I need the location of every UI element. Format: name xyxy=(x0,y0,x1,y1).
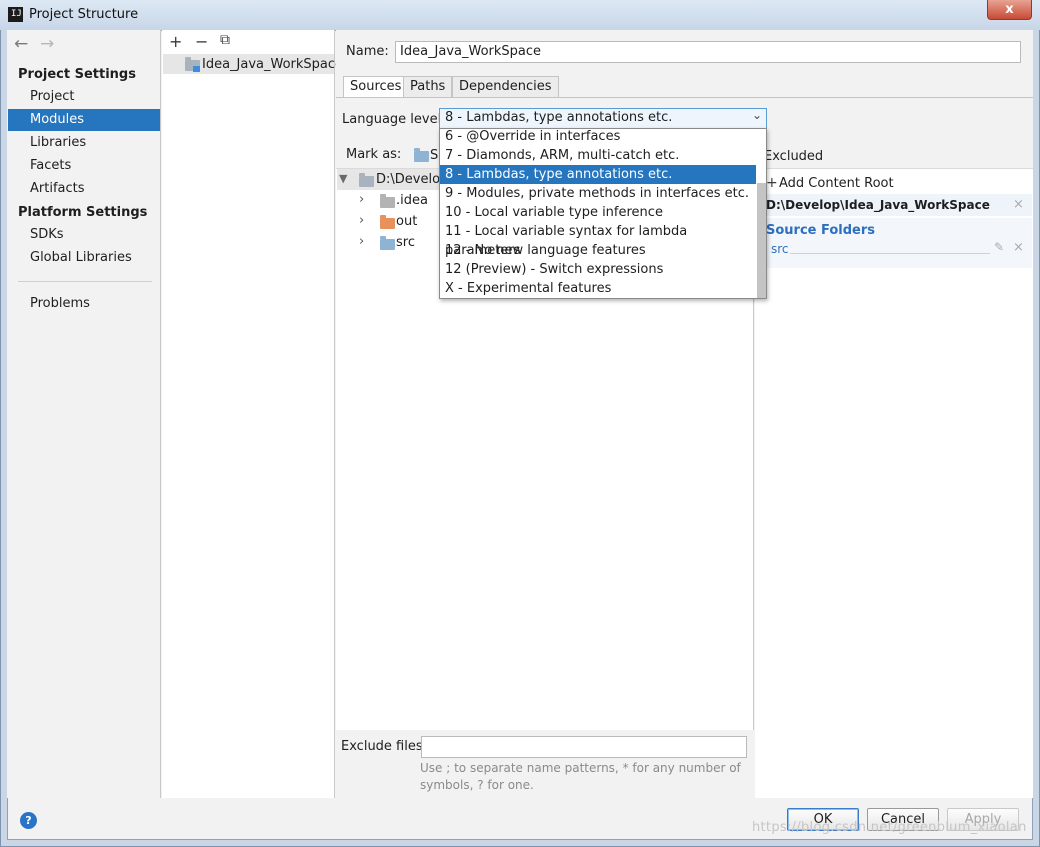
excluded-folder-icon xyxy=(380,215,395,229)
collapsed-chevron-icon[interactable]: › xyxy=(359,192,364,207)
option-level-6[interactable]: 6 - @Override in interfaces xyxy=(440,127,756,146)
sidebar-item-project[interactable]: Project xyxy=(8,86,160,108)
sidebar-divider xyxy=(18,281,152,282)
watermark-text: https://blog.csdn.net/greenblum_xiaolan xyxy=(752,820,1027,835)
module-name-input[interactable]: Idea_Java_WorkSpace xyxy=(395,41,1021,63)
modules-list-panel xyxy=(162,30,335,798)
exclude-files-hint-1: Use ; to separate name patterns, * for a… xyxy=(420,761,741,775)
help-icon[interactable]: ? xyxy=(20,812,37,829)
close-button[interactable]: x xyxy=(987,0,1032,20)
exclude-files-hint-2: symbols, ? for one. xyxy=(420,778,534,792)
tree-item-src[interactable]: src xyxy=(396,235,415,250)
remove-root-icon[interactable]: × xyxy=(1013,197,1024,212)
remove-module-icon[interactable]: − xyxy=(195,32,208,51)
exclude-files-input[interactable] xyxy=(421,736,747,758)
module-name-value: Idea_Java_WorkSpace xyxy=(400,44,542,59)
option-level-9[interactable]: 9 - Modules, private methods in interfac… xyxy=(440,184,756,203)
name-label: Name: xyxy=(346,44,389,59)
tab-divider xyxy=(336,97,1033,98)
app-icon: IJ xyxy=(8,7,23,22)
sidebar-item-facets[interactable]: Facets xyxy=(8,155,160,177)
module-name: Idea_Java_WorkSpace xyxy=(202,57,344,72)
tab-dependencies[interactable]: Dependencies xyxy=(452,76,559,97)
dropdown-scrollbar[interactable] xyxy=(757,183,766,298)
idea-folder-icon xyxy=(380,194,395,208)
option-level-12[interactable]: 12 - No new language features xyxy=(440,241,756,260)
copy-module-icon[interactable]: ⧉ xyxy=(220,32,230,48)
source-folders-title: Source Folders xyxy=(766,223,876,238)
sidebar-item-libraries[interactable]: Libraries xyxy=(8,132,160,154)
sidebar-item-global-libraries[interactable]: Global Libraries xyxy=(8,247,160,269)
root-folder-icon xyxy=(359,173,374,187)
option-level-7[interactable]: 7 - Diamonds, ARM, multi-catch etc. xyxy=(440,146,756,165)
language-level-label: Language level: xyxy=(342,112,446,127)
option-level-8[interactable]: 8 - Lambdas, type annotations etc. xyxy=(440,165,756,184)
plus-icon[interactable]: + xyxy=(766,175,778,191)
tree-root-label: D:\Develop xyxy=(376,172,449,187)
edit-pencil-icon[interactable]: ✎ xyxy=(994,240,1004,254)
add-module-icon[interactable]: + xyxy=(169,32,182,51)
sidebar-item-problems[interactable]: Problems xyxy=(8,293,160,315)
option-level-11[interactable]: 11 - Local variable syntax for lambda pa… xyxy=(440,222,756,258)
collapsed-chevron-icon[interactable]: › xyxy=(359,234,364,249)
language-level-combo[interactable]: 8 - Lambdas, type annotations etc. xyxy=(439,108,767,129)
mark-as-sources-fragment[interactable]: S xyxy=(430,148,438,163)
collapsed-chevron-icon[interactable]: › xyxy=(359,213,364,228)
option-level-10[interactable]: 10 - Local variable type inference xyxy=(440,203,756,222)
project-settings-heading: Project Settings xyxy=(18,67,136,82)
window-title: Project Structure xyxy=(29,7,139,22)
back-arrow-icon[interactable]: ← xyxy=(14,34,28,54)
title-bar[interactable] xyxy=(0,0,1040,30)
sidebar-item-sdks[interactable]: SDKs xyxy=(8,224,160,246)
content-root-path: D:\Develop\Idea_Java_WorkSpace xyxy=(766,198,990,212)
add-content-root-button[interactable]: Add Content Root xyxy=(779,176,894,191)
sources-folder-icon[interactable] xyxy=(414,148,429,162)
tree-item-idea[interactable]: .idea xyxy=(396,193,428,208)
forward-arrow-icon[interactable]: → xyxy=(40,34,54,54)
mark-as-excluded[interactable]: Excluded xyxy=(764,149,823,164)
source-folder-entry[interactable]: src xyxy=(771,242,789,256)
option-level-x[interactable]: X - Experimental features xyxy=(440,279,756,298)
sidebar-item-artifacts[interactable]: Artifacts xyxy=(8,178,160,200)
language-level-value: 8 - Lambdas, type annotations etc. xyxy=(445,110,673,125)
chevron-down-icon[interactable]: ⌄ xyxy=(752,108,762,122)
tab-paths[interactable]: Paths xyxy=(403,76,453,97)
option-level-12-preview[interactable]: 12 (Preview) - Switch expressions xyxy=(440,260,756,279)
tab-sources[interactable]: Sources xyxy=(343,76,409,97)
module-badge-icon xyxy=(193,66,200,72)
source-folder-icon xyxy=(380,236,395,250)
tree-item-out[interactable]: out xyxy=(396,214,417,229)
remove-source-folder-icon[interactable]: × xyxy=(1013,240,1024,255)
platform-settings-heading: Platform Settings xyxy=(18,205,148,220)
mark-as-label: Mark as: xyxy=(346,147,402,162)
source-folder-underline xyxy=(790,253,990,254)
sidebar-item-modules[interactable]: Modules xyxy=(8,109,160,131)
exclude-files-label: Exclude files: xyxy=(341,739,428,754)
expanded-chevron-icon[interactable]: ▼ xyxy=(339,172,347,185)
